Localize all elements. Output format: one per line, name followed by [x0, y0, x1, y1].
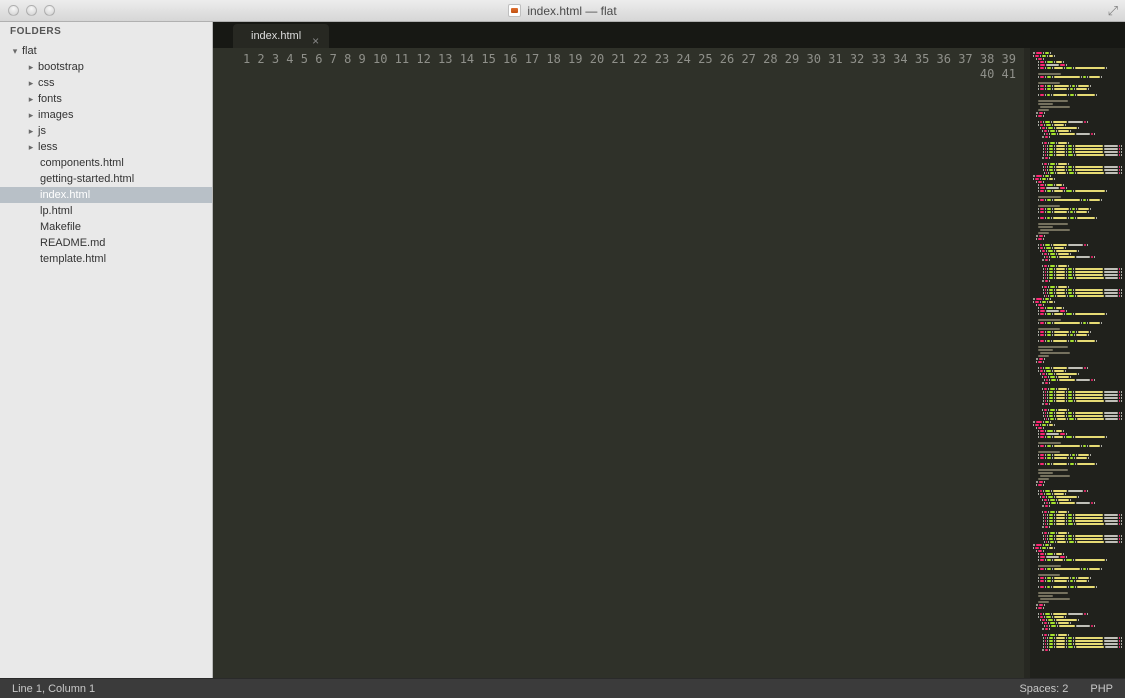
status-indent[interactable]: Spaces: 2: [1019, 683, 1068, 695]
tab-index-html[interactable]: index.html ×: [233, 24, 329, 48]
status-syntax[interactable]: PHP: [1090, 683, 1113, 695]
chevron-right-icon[interactable]: ▸: [26, 126, 36, 137]
editor[interactable]: 1 2 3 4 5 6 7 8 9 10 11 12 13 14 15 16 1…: [213, 48, 1125, 678]
sidebar-root[interactable]: ▾ flat: [0, 43, 212, 59]
close-window-button[interactable]: [8, 5, 19, 16]
window-title: index.html — flat: [0, 4, 1125, 18]
sidebar-folder-label: js: [38, 125, 46, 137]
traffic-lights: [0, 5, 55, 16]
statusbar: Line 1, Column 1 Spaces: 2 PHP: [0, 678, 1125, 698]
sidebar-file-label: Makefile: [40, 221, 81, 233]
sidebar-file-label: getting-started.html: [40, 173, 134, 185]
sidebar-folder-label: css: [38, 77, 55, 89]
sidebar-header: FOLDERS: [0, 22, 212, 41]
sidebar-folder[interactable]: ▸fonts: [0, 91, 212, 107]
sidebar-file[interactable]: template.html: [0, 251, 212, 267]
minimize-window-button[interactable]: [26, 5, 37, 16]
sidebar-folder[interactable]: ▸bootstrap: [0, 59, 212, 75]
tab-bar: index.html ×: [213, 22, 1125, 48]
gutter: 1 2 3 4 5 6 7 8 9 10 11 12 13 14 15 16 1…: [213, 48, 1024, 678]
file-icon: [508, 4, 521, 17]
chevron-right-icon[interactable]: ▸: [26, 142, 36, 153]
sidebar-file[interactable]: index.html: [0, 187, 212, 203]
sidebar: FOLDERS ▾ flat ▸bootstrap▸css▸fonts▸imag…: [0, 22, 213, 678]
chevron-right-icon[interactable]: ▸: [26, 110, 36, 121]
minimap[interactable]: [1030, 48, 1125, 678]
chevron-right-icon[interactable]: ▸: [26, 94, 36, 105]
editor-area: index.html × 1 2 3 4 5 6 7 8 9 10 11 12 …: [213, 22, 1125, 678]
sidebar-folder-label: fonts: [38, 93, 62, 105]
sidebar-file[interactable]: lp.html: [0, 203, 212, 219]
chevron-right-icon[interactable]: ▸: [26, 78, 36, 89]
window: index.html — flat ⤢ FOLDERS ▾ flat ▸boot…: [0, 0, 1125, 698]
sidebar-file-label: lp.html: [40, 205, 72, 217]
sidebar-file[interactable]: Makefile: [0, 219, 212, 235]
sidebar-root-label: flat: [22, 45, 37, 57]
tab-label: index.html: [251, 30, 301, 42]
sidebar-file-label: README.md: [40, 237, 105, 249]
zoom-window-button[interactable]: [44, 5, 55, 16]
sidebar-folder[interactable]: ▸less: [0, 139, 212, 155]
sidebar-file[interactable]: getting-started.html: [0, 171, 212, 187]
sidebar-folder-label: images: [38, 109, 73, 121]
titlebar: index.html — flat ⤢: [0, 0, 1125, 22]
sidebar-file-label: template.html: [40, 253, 106, 265]
status-position[interactable]: Line 1, Column 1: [12, 683, 95, 695]
fullscreen-icon[interactable]: ⤢: [1108, 3, 1118, 19]
sidebar-folder[interactable]: ▸images: [0, 107, 212, 123]
chevron-down-icon[interactable]: ▾: [10, 46, 20, 57]
sidebar-folder-label: less: [38, 141, 58, 153]
body-area: FOLDERS ▾ flat ▸bootstrap▸css▸fonts▸imag…: [0, 22, 1125, 678]
close-icon[interactable]: ×: [312, 29, 319, 53]
sidebar-folder[interactable]: ▸js: [0, 123, 212, 139]
sidebar-file-label: index.html: [40, 189, 90, 201]
chevron-right-icon[interactable]: ▸: [26, 62, 36, 73]
sidebar-folder[interactable]: ▸css: [0, 75, 212, 91]
sidebar-file-label: components.html: [40, 157, 124, 169]
sidebar-file[interactable]: README.md: [0, 235, 212, 251]
sidebar-file[interactable]: components.html: [0, 155, 212, 171]
sidebar-folder-label: bootstrap: [38, 61, 84, 73]
window-title-text: index.html — flat: [527, 4, 616, 18]
folder-tree: ▾ flat ▸bootstrap▸css▸fonts▸images▸js▸le…: [0, 41, 212, 267]
